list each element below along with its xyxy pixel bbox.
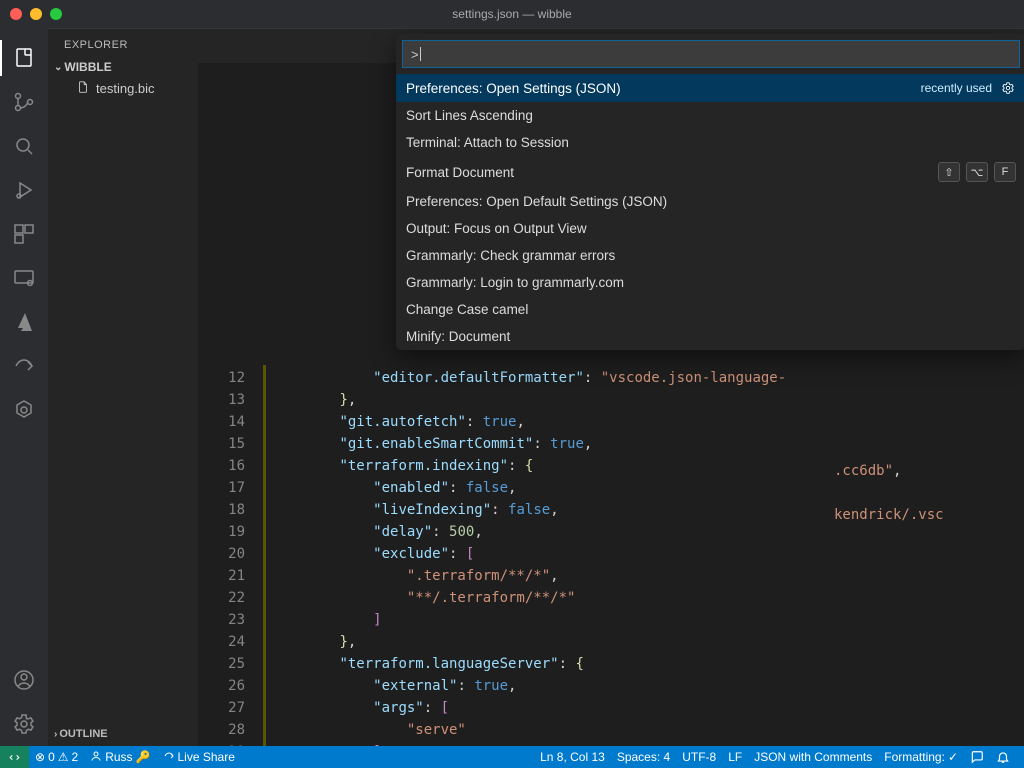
remote-status[interactable] [0,746,29,768]
recently-used-label: recently used [921,81,992,95]
folder-name: WIBBLE [64,60,111,74]
outline-section[interactable]: › OUTLINE [48,722,198,746]
palette-item[interactable]: Grammarly: Check grammar errors [396,242,1024,269]
outline-label: OUTLINE [59,728,107,740]
palette-item[interactable]: Preferences: Open Settings (JSON)recentl… [396,74,1024,102]
live-share[interactable]: Live Share [157,746,241,768]
palette-item[interactable]: Preferences: Open Default Settings (JSON… [396,188,1024,215]
line-gutter: 12131415161718192021222324252627282930 [198,365,263,746]
palette-item-label: Change Case camel [406,302,1016,317]
palette-item-label: Sort Lines Ascending [406,108,1016,123]
palette-item[interactable]: Change Case camel [396,296,1024,323]
sidebar-title: EXPLORER [48,29,198,57]
indentation[interactable]: Spaces: 4 [611,746,676,768]
kubernetes-icon[interactable] [0,388,48,432]
palette-item[interactable]: Terminal: Attach to Session [396,129,1024,156]
palette-item-label: Grammarly: Login to grammarly.com [406,275,1016,290]
palette-item[interactable]: Format Document⇧⌥F [396,156,1024,188]
palette-item-label: Terminal: Attach to Session [406,135,1016,150]
maximize-window-button[interactable] [50,8,62,20]
keyboard-shortcut: ⇧⌥F [938,162,1016,182]
command-input[interactable]: > [402,40,1020,68]
activity-bar [0,28,48,746]
encoding[interactable]: UTF-8 [676,746,722,768]
title-bar: settings.json — wibble [0,0,1024,28]
language-mode[interactable]: JSON with Comments [748,746,878,768]
palette-item-label: Preferences: Open Default Settings (JSON… [406,194,1016,209]
extensions-icon[interactable] [0,212,48,256]
formatting[interactable]: Formatting: ✓ [878,746,964,768]
palette-item-label: Minify: Document [406,329,1016,344]
close-window-button[interactable] [10,8,22,20]
gear-icon[interactable] [1000,80,1016,96]
window-title: settings.json — wibble [452,7,571,21]
file-row[interactable]: testing.bic [48,77,198,100]
palette-item-label: Preferences: Open Settings (JSON) [406,81,921,96]
explorer-icon[interactable] [0,36,48,80]
palette-item-label: Output: Focus on Output View [406,221,1016,236]
palette-item[interactable]: Minify: Document [396,323,1024,350]
settings-gear-icon[interactable] [0,702,48,746]
search-icon[interactable] [0,124,48,168]
check-icon: ✓ [948,750,958,764]
share-icon [163,750,175,765]
bell-icon[interactable] [990,746,1016,768]
debug-icon[interactable] [0,168,48,212]
editor-area: ··· er › settings.json › abc etPath": [198,28,1024,746]
command-palette: > Preferences: Open Settings (JSON)recen… [396,34,1024,350]
explorer-sidebar: EXPLORER ⌄ WIBBLE testing.bic › OUTLINE [48,28,198,746]
palette-item[interactable]: Output: Focus on Output View [396,215,1024,242]
key-icon: 🔑 [136,750,151,764]
chevron-right-icon: › [54,729,57,740]
share-icon[interactable] [0,344,48,388]
remote-icon[interactable] [0,256,48,300]
error-icon: ⊗ [35,750,45,764]
editor-content[interactable]: "editor.defaultFormatter": "vscode.json-… [263,365,1024,746]
warning-icon: ⚠ [58,750,69,764]
palette-item-label: Format Document [406,165,938,180]
account-icon[interactable] [0,658,48,702]
palette-item[interactable]: Sort Lines Ascending [396,102,1024,129]
problems[interactable]: ⊗0 ⚠2 [29,746,84,768]
palette-item-label: Grammarly: Check grammar errors [406,248,1016,263]
person-icon [90,750,102,765]
minimize-window-button[interactable] [30,8,42,20]
user[interactable]: Russ 🔑 [84,746,156,768]
file-icon [76,80,90,97]
eol[interactable]: LF [722,746,748,768]
chevron-down-icon: ⌄ [54,62,62,73]
cursor-position[interactable]: Ln 8, Col 13 [534,746,611,768]
folder-row[interactable]: ⌄ WIBBLE [48,57,198,77]
source-control-icon[interactable] [0,80,48,124]
palette-item[interactable]: Grammarly: Login to grammarly.com [396,269,1024,296]
file-name: testing.bic [96,81,155,96]
status-bar: ⊗0 ⚠2 Russ 🔑 Live Share Ln 8, Col 13 Spa… [0,746,1024,768]
feedback-icon[interactable] [964,746,990,768]
azure-icon[interactable] [0,300,48,344]
